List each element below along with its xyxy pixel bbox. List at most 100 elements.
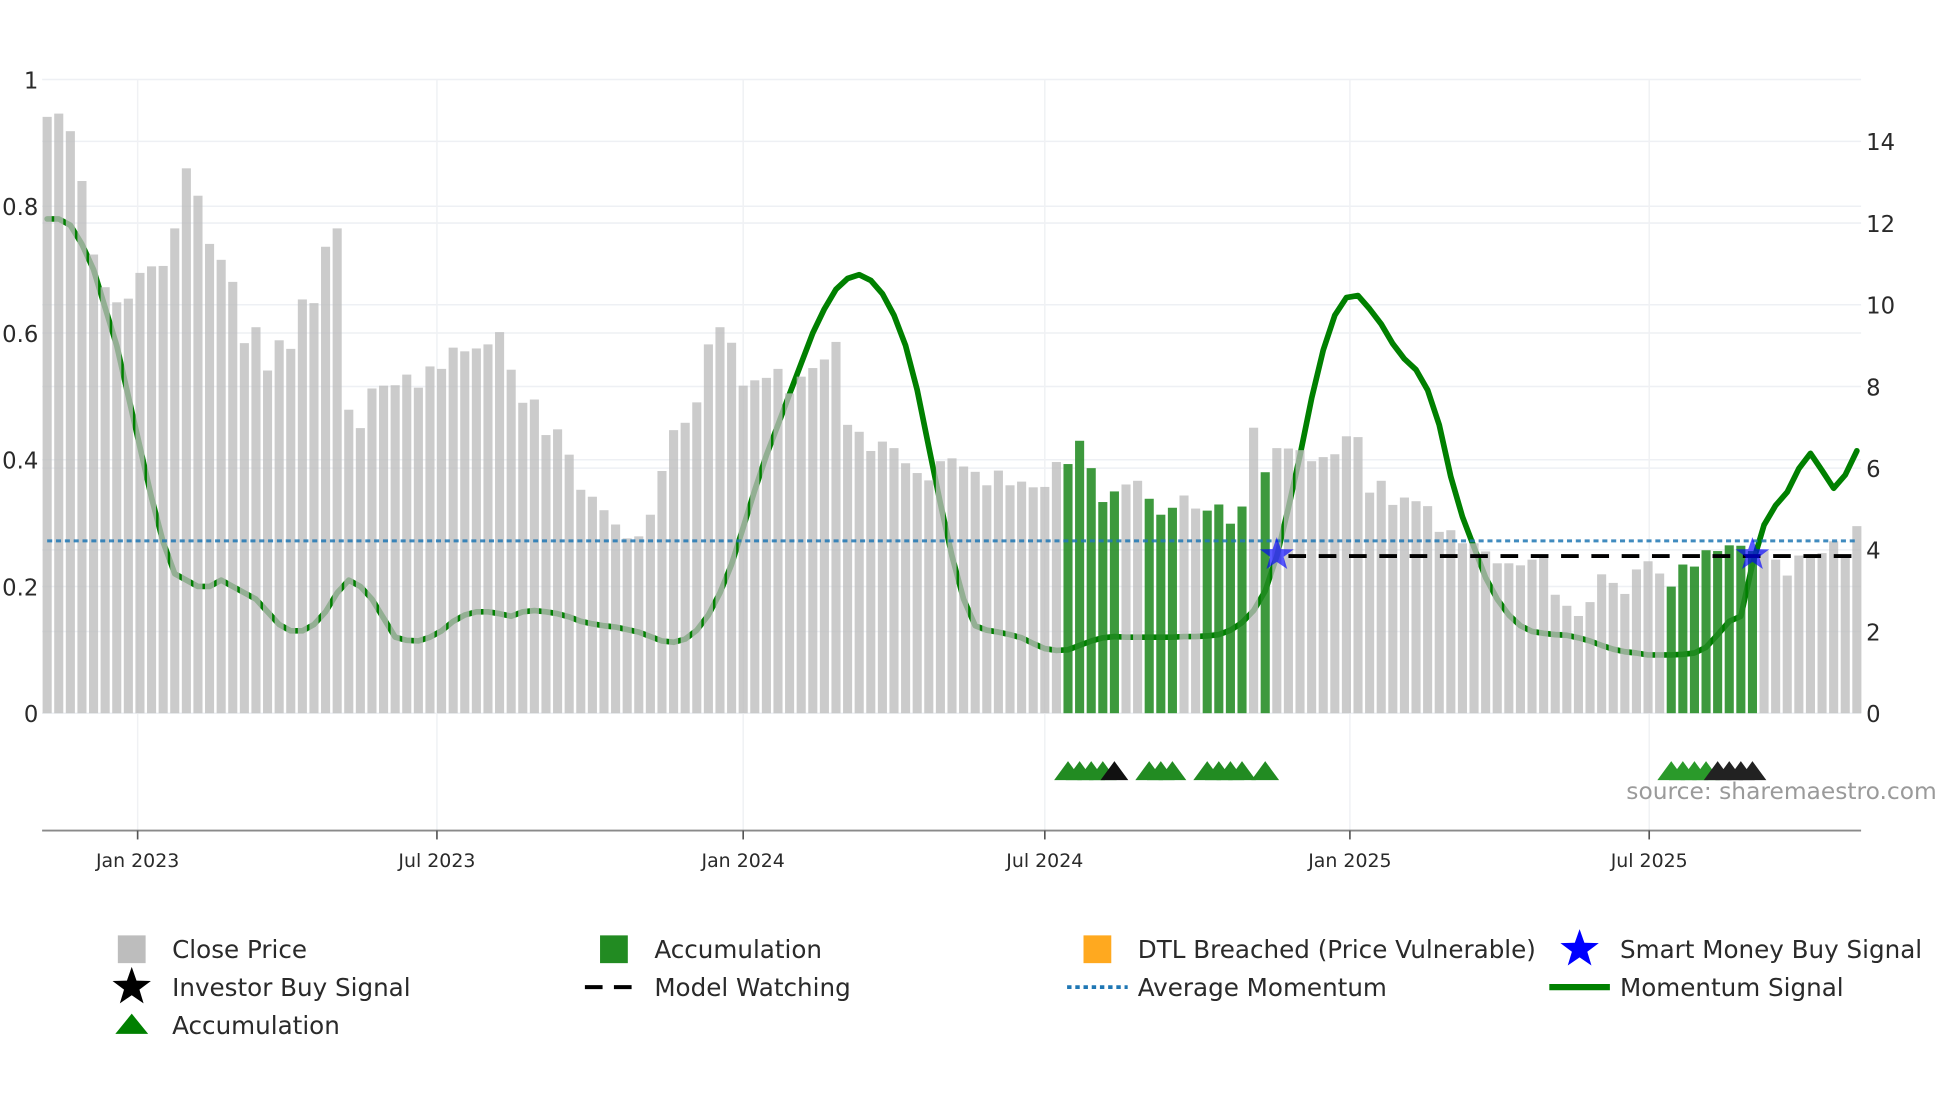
- close-price-bar: [901, 463, 911, 714]
- accumulation-bar: [1237, 506, 1247, 714]
- left-tick-label: 1: [24, 68, 38, 94]
- close-price-bar: [1829, 541, 1839, 714]
- close-price-bar: [1283, 448, 1293, 714]
- close-price-bar: [1318, 457, 1328, 714]
- close-price-bar: [877, 441, 887, 714]
- left-tick-label: 0.4: [2, 449, 38, 475]
- momentum-chart: 0 0.2 0.4 0.6 0.8 1 0 2 4 6 8 10 12 14 Jan 2023 Jul 2…: [2, 68, 1937, 1040]
- close-price-bar: [564, 454, 574, 714]
- close-price-bar: [355, 428, 365, 714]
- close-price-bar: [1492, 563, 1502, 714]
- left-tick-label: 0.2: [2, 575, 38, 601]
- close-price-bar: [518, 402, 528, 714]
- close-price-bar: [1365, 492, 1375, 714]
- close-price-bar: [587, 496, 597, 714]
- legend-item: DTL Breached (Price Vulnerable): [1083, 935, 1536, 964]
- legend-label: Close Price: [172, 935, 307, 964]
- legend-star-icon: [112, 966, 151, 1004]
- close-price-bar: [1191, 508, 1201, 714]
- close-price-bar: [1272, 448, 1282, 714]
- x-tick-label: Jan 2024: [701, 850, 785, 872]
- close-price-bar: [669, 430, 679, 714]
- accumulation-bar: [1701, 550, 1711, 714]
- close-price-bar: [680, 422, 690, 714]
- close-price-bar: [645, 514, 655, 714]
- close-price-bar: [460, 351, 470, 714]
- accumulation-bar: [1260, 472, 1270, 714]
- close-price-bar: [1028, 487, 1038, 714]
- accumulation-bar: [1713, 551, 1723, 714]
- legend-item: Average Momentum: [1067, 973, 1387, 1002]
- left-axis: 0 0.2 0.4 0.6 0.8 1: [2, 68, 38, 728]
- close-price-bar: [1527, 559, 1537, 714]
- close-price-bar: [413, 387, 423, 714]
- close-price-bar: [1852, 526, 1862, 714]
- close-price-bar: [819, 359, 829, 714]
- legend-square-icon: [1083, 935, 1112, 964]
- close-price-bar: [1411, 501, 1421, 714]
- close-price-bar: [634, 536, 644, 714]
- x-axis: Jan 2023 Jul 2023 Jan 2024 Jul 2024 Jan 2025…: [42, 829, 1862, 872]
- x-tick-label: Jul 2023: [397, 850, 475, 872]
- close-price-bar: [65, 131, 75, 714]
- accumulation-bar: [1167, 507, 1177, 714]
- accumulation-bar: [1109, 491, 1119, 714]
- legend-item: Close Price: [117, 935, 307, 964]
- close-price-bar: [1307, 461, 1317, 714]
- close-price-bar: [1295, 450, 1305, 714]
- close-price-bar: [970, 471, 980, 714]
- left-tick-label: 0: [24, 702, 38, 728]
- close-price-bar: [1017, 481, 1027, 714]
- close-price-bar: [1005, 485, 1015, 714]
- close-price-bar: [843, 424, 853, 714]
- close-price-bar: [692, 402, 702, 714]
- close-price-bar: [42, 116, 52, 714]
- accumulation-bar: [1678, 564, 1688, 714]
- close-price-bar: [1643, 561, 1653, 714]
- close-price-bar: [147, 266, 157, 714]
- close-price-bar: [1376, 480, 1386, 714]
- right-tick-label: 12: [1866, 212, 1895, 238]
- accumulation-bar: [1098, 502, 1108, 714]
- accumulation-bar: [1724, 545, 1734, 714]
- close-price-bar: [100, 287, 110, 714]
- close-price-bar: [924, 480, 934, 714]
- legend-label: Accumulation: [172, 1011, 340, 1040]
- close-price-bar: [576, 489, 586, 714]
- close-price-bar: [251, 327, 261, 714]
- close-price-bar: [1040, 486, 1050, 714]
- close-price-bar: [77, 180, 87, 714]
- accumulation-bar: [1747, 551, 1757, 714]
- accumulation-bar: [1144, 498, 1154, 714]
- legend-square-icon: [600, 935, 628, 964]
- source-label: source: sharemaestro.com: [1626, 777, 1936, 805]
- accumulation-bar: [1689, 566, 1699, 714]
- accumulation-bar: [1075, 440, 1085, 714]
- close-price-bar: [1771, 559, 1781, 714]
- close-price-bar: [193, 195, 203, 714]
- legend-label: Accumulation: [654, 935, 822, 964]
- close-price-bar: [1051, 462, 1061, 714]
- right-axis: 0 2 4 6 8 10 12 14: [1866, 130, 1895, 728]
- close-price-bar: [785, 393, 795, 714]
- close-price-bar: [216, 259, 226, 714]
- legend-item: Momentum Signal: [1549, 973, 1844, 1002]
- legend-square-icon: [117, 935, 146, 964]
- close-price-bar: [390, 385, 400, 714]
- close-price-bar: [321, 246, 331, 714]
- x-tick-label: Jul 2024: [1005, 850, 1083, 872]
- legend-label: Investor Buy Signal: [172, 973, 411, 1002]
- x-tick-label: Jan 2025: [1307, 850, 1391, 872]
- close-price-bar: [448, 347, 458, 714]
- close-price-bar: [889, 448, 899, 714]
- close-price-bar: [112, 302, 122, 714]
- legend-item: Accumulation: [600, 935, 822, 964]
- close-price-bar: [611, 524, 621, 714]
- close-price-bar: [297, 299, 307, 714]
- close-price-bar: [1573, 615, 1583, 714]
- legend-label: Momentum Signal: [1620, 973, 1844, 1002]
- right-tick-label: 2: [1866, 620, 1880, 646]
- x-tick-label: Jul 2025: [1610, 850, 1688, 872]
- close-price-bar: [1782, 575, 1792, 714]
- close-price-bar: [135, 272, 145, 714]
